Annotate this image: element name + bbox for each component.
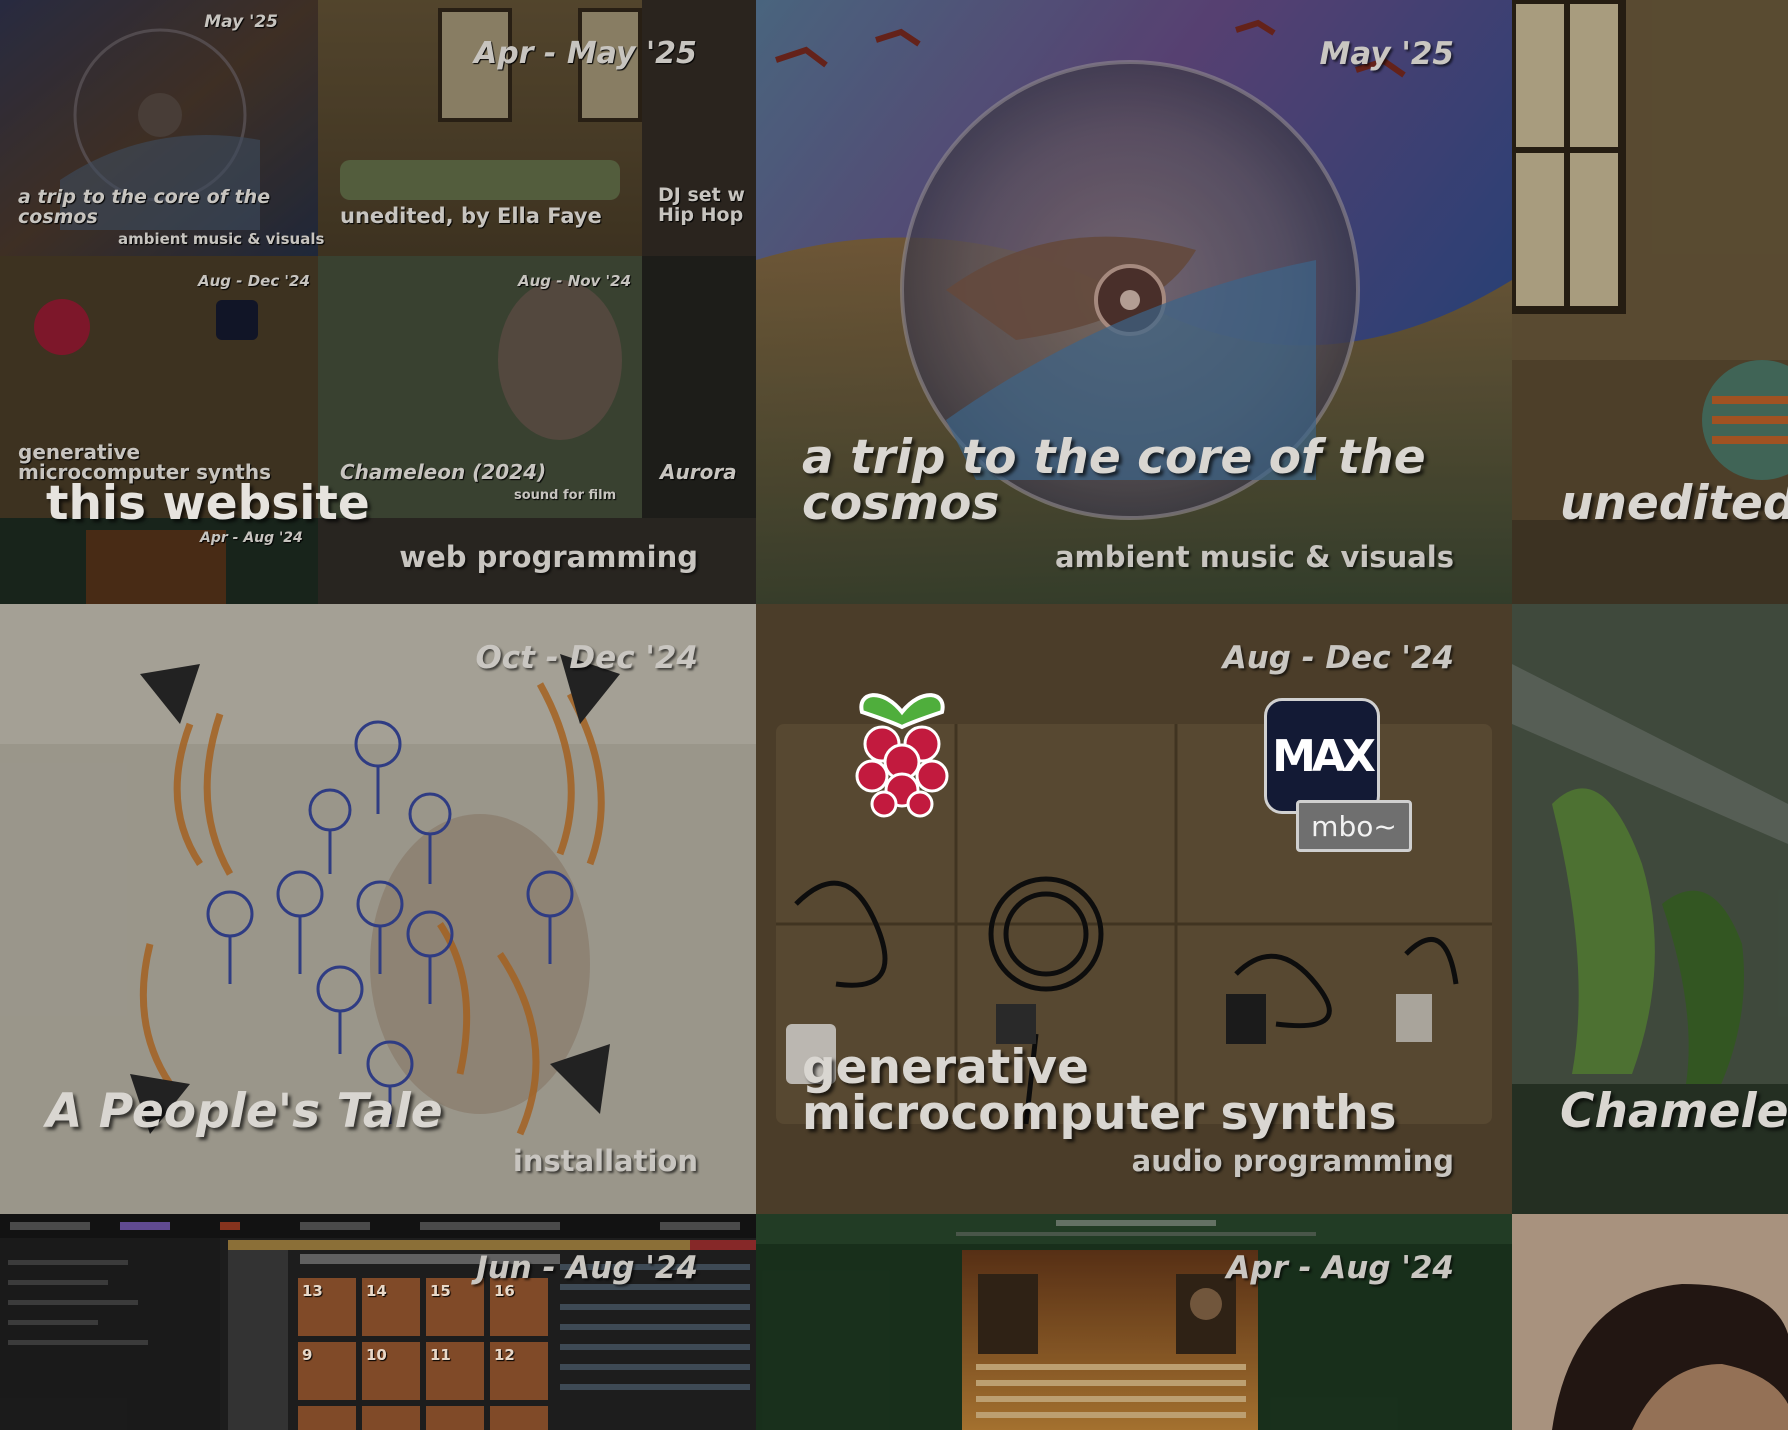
- tile-cosmos[interactable]: May '25 a trip to the core of the cosmos…: [756, 0, 1512, 604]
- mbo-badge: mbo~: [1296, 800, 1412, 852]
- mini-date-chameleon: Aug - Nov '24: [518, 272, 632, 290]
- clip-13: 13: [302, 1282, 323, 1300]
- tile-daw-project[interactable]: 13 14 15 16 9 10 11 12 Jun - Aug '24: [0, 1214, 756, 1430]
- tile-title-line2: cosmos: [802, 476, 1000, 531]
- mini-title-dj-1: DJ set w: [658, 184, 745, 206]
- project-grid: May '25 a trip to the core of the cosmos…: [0, 0, 1788, 1430]
- clip-10: 10: [366, 1346, 387, 1364]
- mini-title-unedited: unedited, by Ella Faye: [340, 204, 602, 228]
- mini-title-cosmos-2: cosmos: [18, 206, 98, 228]
- tile-subtitle: web programming: [399, 540, 698, 574]
- mini-title-dj-2: Hip Hop: [658, 204, 744, 226]
- mini-sub-chameleon: sound for film: [514, 488, 617, 503]
- daw-screenshot: [0, 1214, 756, 1430]
- tile-chameleon[interactable]: Chamele: [1512, 604, 1788, 1214]
- tile-subtitle: audio programming: [1131, 1144, 1454, 1178]
- mini-sub-cosmos: ambient music & visuals: [118, 230, 325, 248]
- tile-title-line1: a trip to the core of the: [802, 430, 1426, 485]
- mini-date-synths: Aug - Dec '24: [198, 272, 310, 290]
- clip-15: 15: [430, 1282, 451, 1300]
- tile-title: A People's Tale: [46, 1084, 443, 1139]
- clip-11: 11: [430, 1346, 451, 1364]
- tile-title: this website: [46, 476, 370, 531]
- max-msp-logo: MAX: [1264, 698, 1380, 814]
- tile-studio[interactable]: Apr - Aug '24: [756, 1214, 1512, 1430]
- clip-12: 12: [494, 1346, 515, 1364]
- mini-date-unedited: Apr - May '25: [474, 36, 697, 71]
- mini-date-cosmos: May '25: [204, 12, 278, 32]
- tile-unedited[interactable]: unedited: [1512, 0, 1788, 604]
- clip-9: 9: [302, 1346, 313, 1364]
- tile-date: May '25: [1319, 36, 1454, 72]
- tile-title-line1: generative: [802, 1040, 1089, 1095]
- mbo-badge-text: mbo~: [1311, 809, 1397, 843]
- mini-title-aurora: Aurora: [660, 460, 737, 484]
- mini-date-studio: Apr - Aug '24: [200, 530, 303, 546]
- tile-title: unedited: [1560, 476, 1788, 531]
- clip-14: 14: [366, 1282, 387, 1300]
- tile-subtitle: ambient music & visuals: [1054, 540, 1454, 574]
- mini-title-chameleon: Chameleon (2024): [340, 460, 547, 484]
- tile-title-line2: microcomputer synths: [802, 1086, 1397, 1141]
- portrait-photo: [1512, 1214, 1788, 1430]
- tile-date: Jun - Aug '24: [476, 1250, 698, 1286]
- mini-title-cosmos-1: a trip to the core of the: [18, 186, 271, 208]
- tile-portrait[interactable]: [1512, 1214, 1788, 1430]
- tile-date: Oct - Dec '24: [475, 640, 698, 676]
- tile-synths[interactable]: MAX mbo~ Aug - Dec '24 generative microc…: [756, 604, 1512, 1214]
- studio-photo: [756, 1214, 1512, 1430]
- raspberry-pi-icon: [855, 693, 949, 818]
- tile-subtitle: installation: [512, 1144, 698, 1178]
- tile-peoples-tale[interactable]: Oct - Dec '24 A People's Tale installati…: [0, 604, 756, 1214]
- tile-date: Apr - Aug '24: [1226, 1250, 1454, 1286]
- max-logo-text: MAX: [1272, 730, 1376, 782]
- tile-date: Aug - Dec '24: [1222, 640, 1454, 676]
- tile-this-website[interactable]: May '25 a trip to the core of the cosmos…: [0, 0, 756, 604]
- tile-title: Chamele: [1560, 1084, 1788, 1139]
